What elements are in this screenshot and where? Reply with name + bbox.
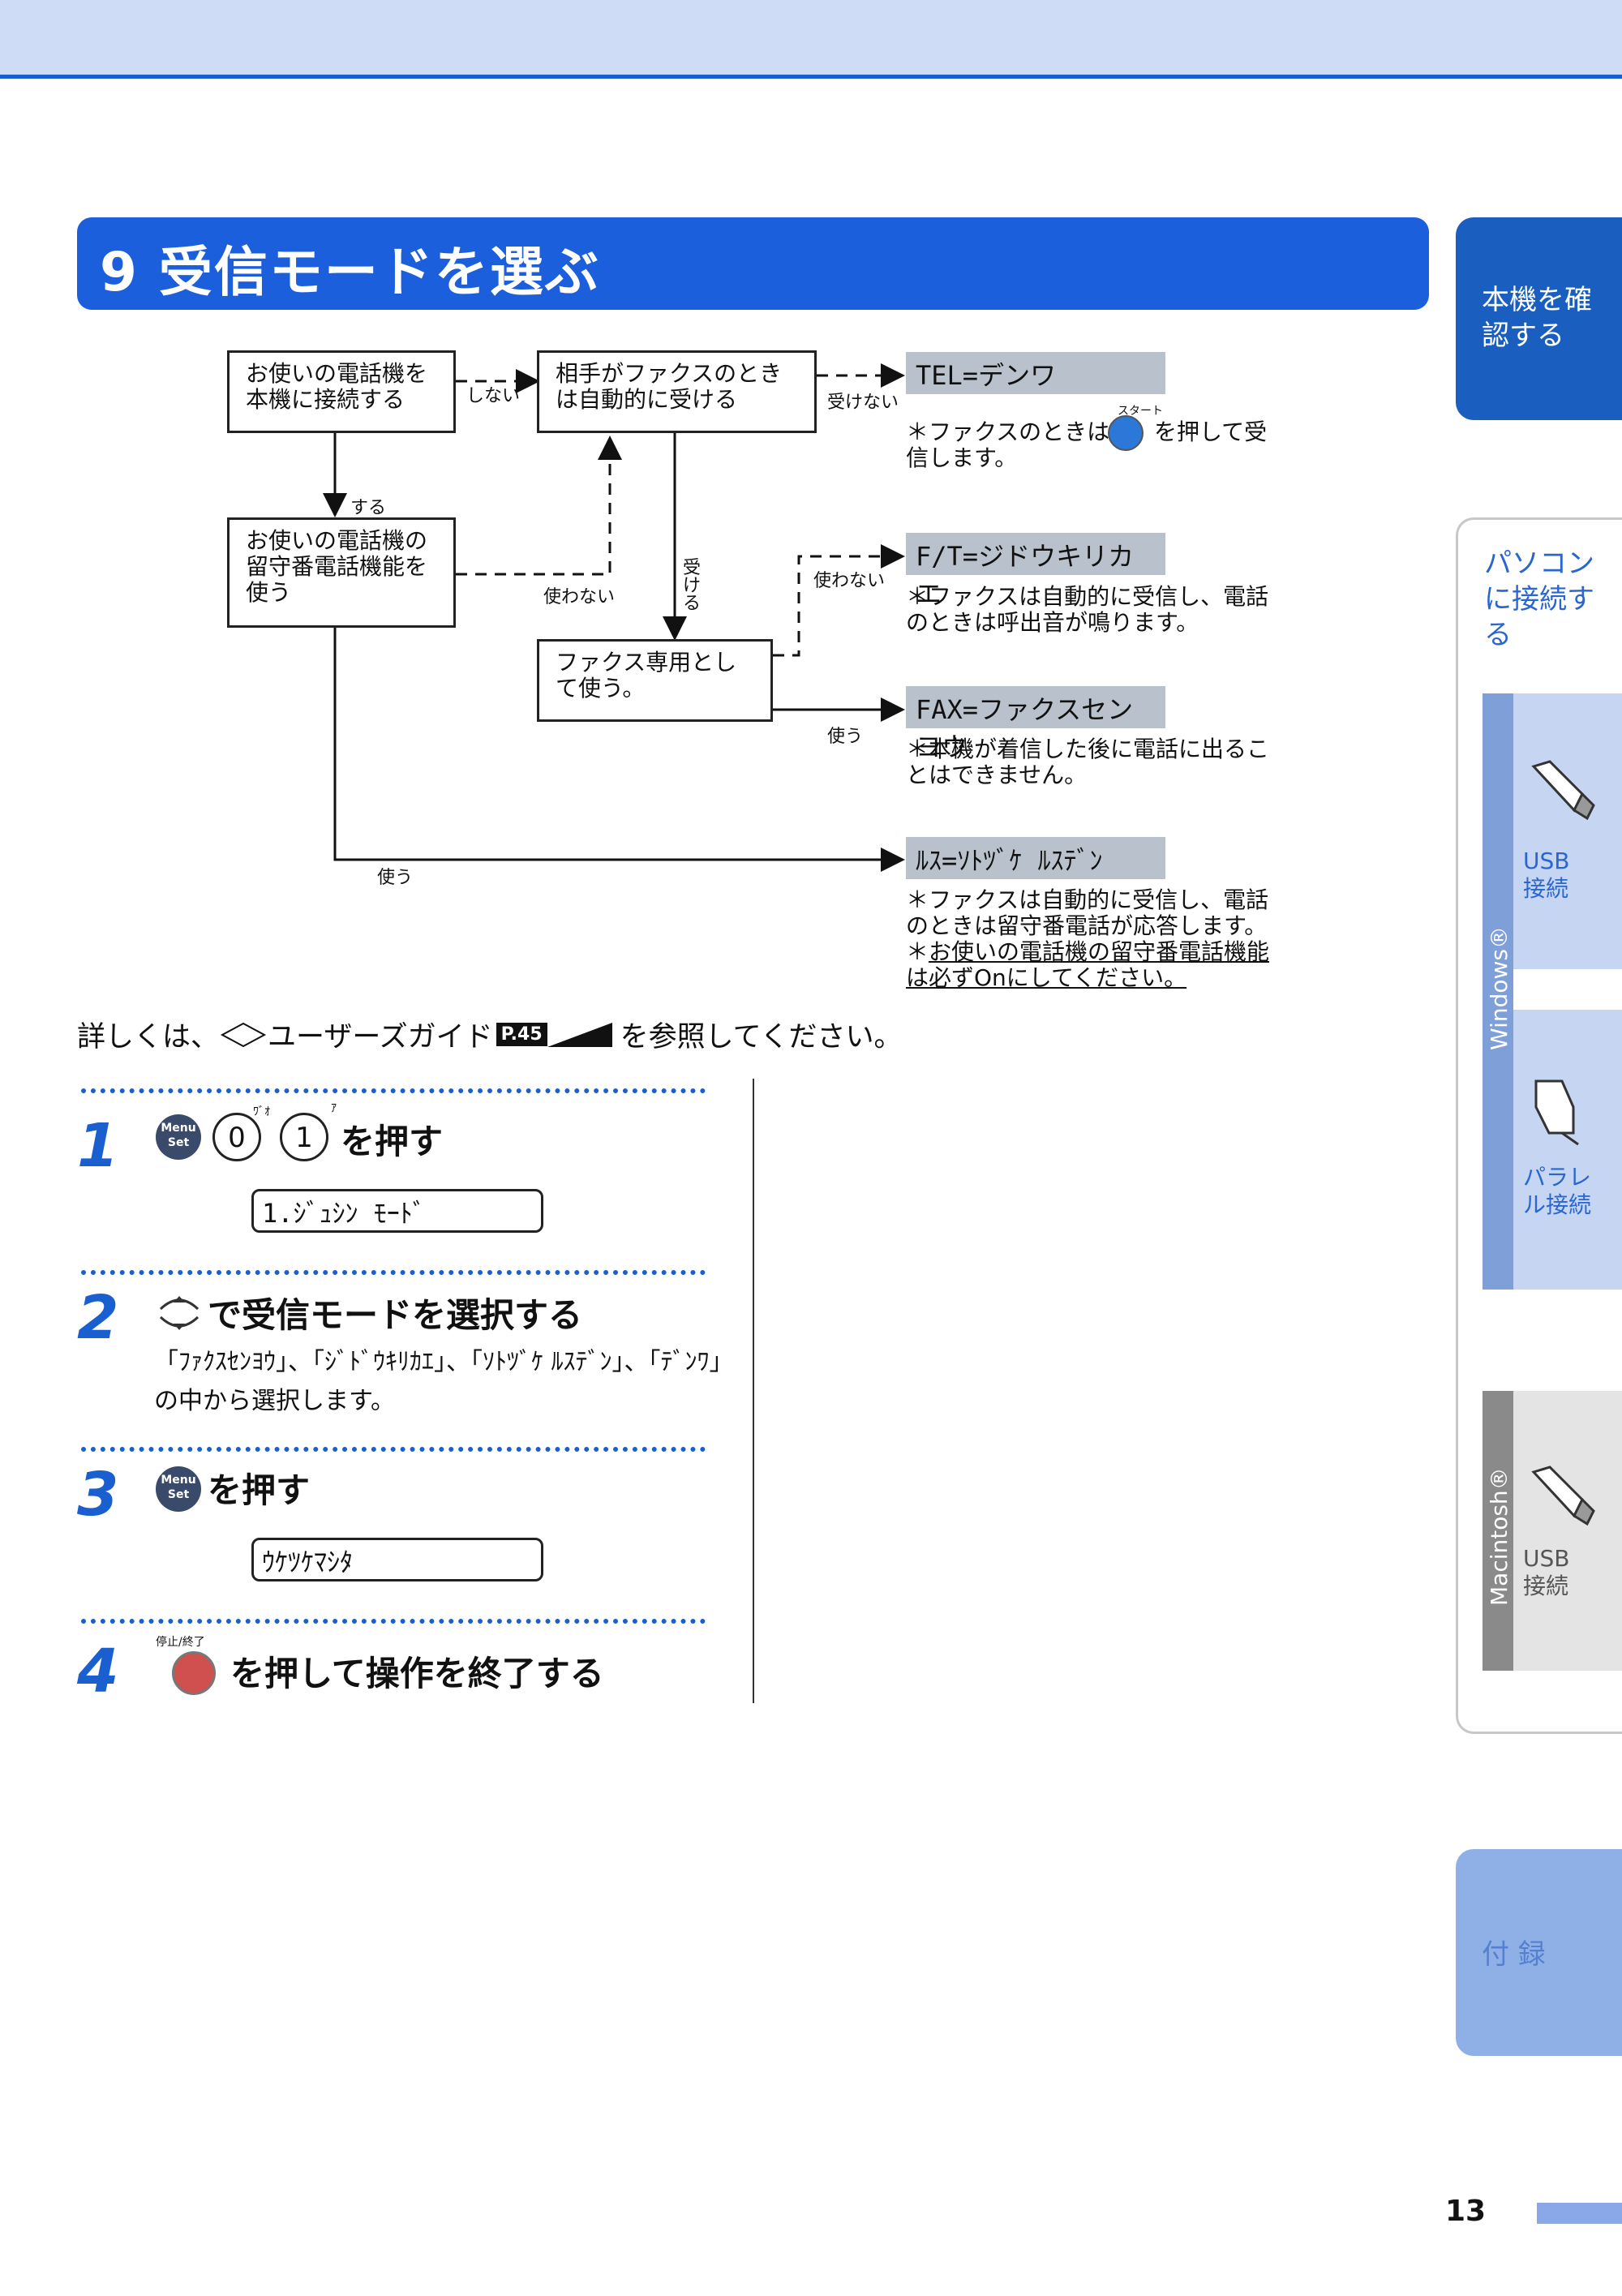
reference-guide[interactable]: ユーザーズガイド [268,1014,493,1055]
step-4-text: を押して操作を終了する [230,1654,604,1693]
flow-box-fax-auto: 相手がファクスのときは自動的に受ける [537,350,817,433]
page-number-bar [1537,2203,1622,2224]
step-3-lcd: ｳｹﾂｹﾏｼﾀ [251,1538,543,1581]
note-tel-b: を押して受信します。 [906,418,1268,471]
step-1-text: を押す [341,1122,444,1161]
flow-box-connect: お使いの電話機を本機に接続する [227,350,456,433]
tab-parallel-label: パラレル接続 [1523,1164,1592,1218]
key-0-icon: 0 [212,1113,261,1161]
key-1-icon: 1 [280,1113,328,1161]
step-3-number: 3 [77,1460,119,1530]
step-2-desc-1: 「ﾌｧｸｽｾﾝﾖｳ」、「ｼﾞﾄﾞｳｷﾘｶｴ」、「ｿﾄﾂﾞｹ ﾙｽﾃﾞﾝ」、「ﾃﾞ… [154,1348,734,1376]
label-tsukawanai-right: 使わない [813,571,886,591]
menu-set-key-icon: Menu Set [156,1114,201,1160]
reference-page-badge[interactable]: P.45 [496,1023,547,1046]
label-ukenai: 受けない [827,393,899,413]
tab-usb-windows[interactable]: USB接続 [1513,693,1622,969]
menu-set-key-icon: Menu Set [156,1466,201,1512]
stop-key-label: 停止/終了 [156,1636,205,1649]
parallel-plug-icon [1534,1079,1579,1146]
flow-box-fax-only: ファクス専用として使う。 [537,639,773,722]
note-rusu-2: ＊お使いの電話機の留守番電話機能は必ずOnにしてください。 [906,938,1270,991]
reference-suffix: を参照してください。 [620,1021,903,1054]
note-rusu-2-text: お使いの電話機の留守番電話機能は必ずOnにしてください。 [906,938,1270,991]
note-fax: ＊本機が着信した後に電話に出ることはできません。 [906,736,1270,788]
windows-strip: Windows® [1483,693,1513,1290]
key-0-sub: ﾜﾞｵ [253,1105,270,1118]
page-number: 13 [1445,2195,1487,2228]
guide-diamond-icon [220,1022,267,1047]
usb-plug-icon [1531,1466,1595,1526]
label-tsukau-fax: 使う [827,727,864,747]
tab-confirm-label: 本機を確認する [1482,284,1592,352]
step-4-number: 4 [77,1637,119,1706]
reference-arrow-icon [547,1022,612,1047]
tab-usb-mac-label: USB接続 [1523,1545,1570,1599]
step-2-number: 2 [77,1283,119,1353]
step-1-number: 1 [77,1111,119,1181]
mode-ft: F/T=ジドウキリカエ [906,533,1165,609]
tab-appendix[interactable]: 付 録 [1456,1849,1622,2056]
label-tsukau-rusu: 使う [377,868,414,888]
tab-appendix-label: 付 録 [1482,1938,1546,1971]
tab-confirm-machine[interactable]: 本機を確認する [1456,217,1622,420]
tab-usb-windows-label: USB接続 [1523,848,1570,902]
note-rusu-1: ＊ファクスは自動的に受信し、電話のときは留守番電話が応答します。 [906,886,1269,939]
stop-key-icon [172,1651,216,1695]
usb-plug-icon [1531,760,1595,821]
windows-label: Windows® [1486,926,1513,1050]
label-ukeru: 受ける [683,558,702,614]
flow-box-answering: お使いの電話機の留守番電話機能を使う [227,517,456,628]
step-4-divider [81,1619,706,1624]
label-suru: する [350,498,387,518]
step-2-desc-2: の中から選択します。 [154,1387,395,1415]
up-down-arrow-key-icon [159,1296,200,1330]
reference-line: 詳しくは、 ユーザーズガイド P.45 を参照してください。 [77,1014,903,1055]
step-3-text: を押す [208,1470,311,1510]
step-2-text: で受信モードを選択する [208,1295,583,1335]
step-1-divider [81,1088,706,1093]
mac-strip: Macintosh® [1483,1391,1513,1671]
label-shinai: しない [466,386,521,406]
mode-tel: TEL=デンワ [906,352,1165,394]
mode-rusu: ﾙｽ=ｿﾄﾂﾞｹ ﾙｽﾃﾞﾝ [906,837,1165,879]
mac-label: Macintosh® [1486,1467,1513,1606]
label-tsukawanai-left: 使わない [543,587,616,607]
key-1-sub: ｱ [331,1102,337,1115]
tab-pc-label: パソコンに接続する [1484,547,1594,651]
reference-prefix: 詳しくは、 [77,1021,220,1054]
step-column-divider [753,1079,754,1703]
step-1-lcd: 1.ｼﾞｭｼﾝ ﾓｰﾄﾞ [251,1189,543,1233]
note-ft: ＊ファクスは自動的に受信し、電話のときは呼出音が鳴ります。 [906,583,1269,636]
tab-parallel[interactable]: パラレル接続 [1513,1010,1622,1290]
mode-fax: FAX=ファクスセンヨウ [906,686,1165,762]
step-3-divider [81,1447,706,1452]
tab-usb-mac[interactable]: USB接続 [1513,1391,1622,1671]
step-2-divider [81,1270,706,1275]
